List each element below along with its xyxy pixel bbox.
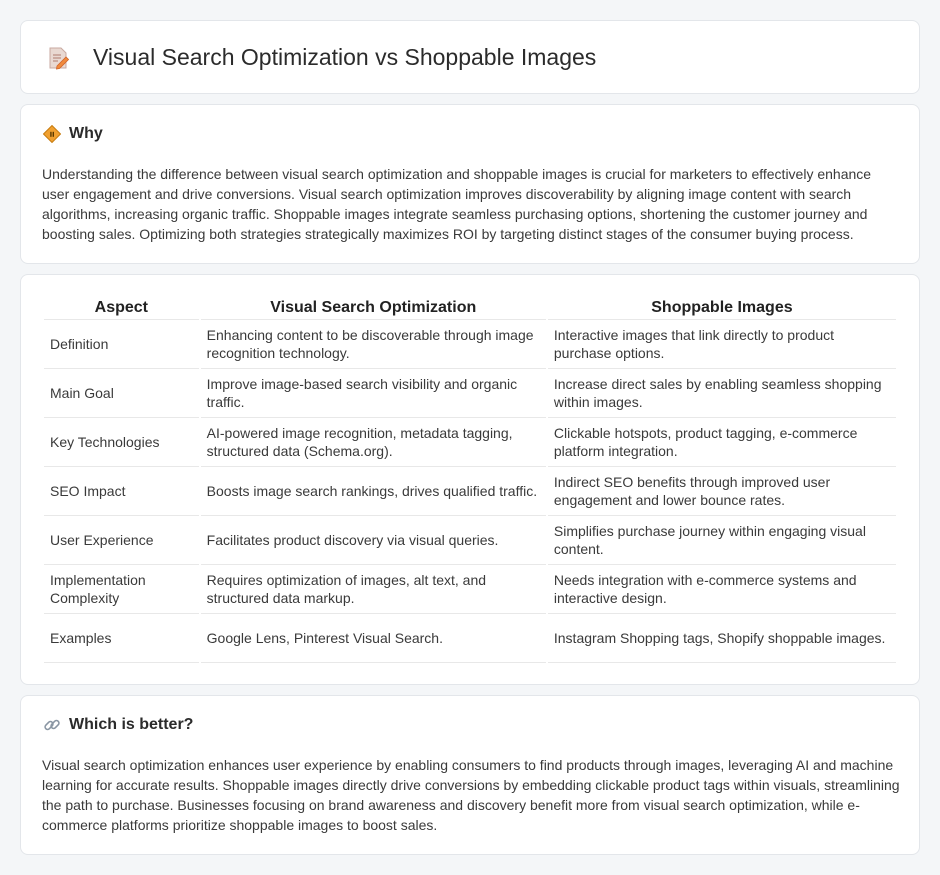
- aspect-cell: Examples: [44, 614, 199, 663]
- shoppable-images-cell: Needs integration with e-commerce system…: [547, 565, 896, 614]
- shoppable-images-cell: Increase direct sales by enabling seamle…: [547, 369, 896, 418]
- which-is-better-section: Which is better? Visual search optimizat…: [20, 695, 920, 855]
- table-row: User Experience Facilitates product disc…: [44, 516, 896, 565]
- visual-search-cell: Enhancing content to be discoverable thr…: [200, 320, 546, 369]
- aspect-cell: Key Technologies: [44, 418, 199, 467]
- visual-search-cell: Google Lens, Pinterest Visual Search.: [200, 614, 546, 663]
- better-body: Visual search optimization enhances user…: [42, 757, 900, 833]
- page-title: Visual Search Optimization vs Shoppable …: [93, 44, 597, 70]
- why-title: Why: [69, 125, 103, 142]
- visual-search-cell: Boosts image search rankings, drives qua…: [200, 467, 546, 516]
- comparison-table: Aspect Visual Search Optimization Shoppa…: [42, 296, 898, 663]
- table-row: Main Goal Improve image-based search vis…: [44, 369, 896, 418]
- comparison-card: Aspect Visual Search Optimization Shoppa…: [20, 274, 920, 685]
- aspect-cell: User Experience: [44, 516, 199, 565]
- column-header-aspect: Aspect: [44, 296, 199, 320]
- table-row: Implementation Complexity Requires optim…: [44, 565, 896, 614]
- column-header-shoppable-images: Shoppable Images: [547, 296, 896, 320]
- visual-search-cell: Facilitates product discovery via visual…: [200, 516, 546, 565]
- better-title: Which is better?: [69, 716, 194, 733]
- shoppable-images-cell: Indirect SEO benefits through improved u…: [547, 467, 896, 516]
- shoppable-images-cell: Simplifies purchase journey within engag…: [547, 516, 896, 565]
- header-card: Visual Search Optimization vs Shoppable …: [20, 20, 920, 94]
- why-body: Understanding the difference between vis…: [42, 166, 872, 242]
- aspect-cell: Definition: [44, 320, 199, 369]
- shoppable-images-cell: Instagram Shopping tags, Shopify shoppab…: [547, 614, 896, 663]
- aspect-cell: SEO Impact: [44, 467, 199, 516]
- diamond-sign-icon: [43, 125, 61, 143]
- table-row: SEO Impact Boosts image search rankings,…: [44, 467, 896, 516]
- aspect-cell: Main Goal: [44, 369, 199, 418]
- visual-search-cell: AI-powered image recognition, metadata t…: [200, 418, 546, 467]
- document-pencil-icon: [49, 47, 69, 70]
- aspect-cell: Implementation Complexity: [44, 565, 199, 614]
- visual-search-cell: Requires optimization of images, alt tex…: [200, 565, 546, 614]
- table-header-row: Aspect Visual Search Optimization Shoppa…: [44, 296, 896, 320]
- table-row: Examples Google Lens, Pinterest Visual S…: [44, 614, 896, 663]
- visual-search-cell: Improve image-based search visibility an…: [200, 369, 546, 418]
- link-icon: [44, 719, 60, 731]
- why-heading: Why: [43, 125, 103, 143]
- better-heading: Which is better?: [43, 716, 193, 734]
- table-row: Definition Enhancing content to be disco…: [44, 320, 896, 369]
- why-section: Why Understanding the difference between…: [20, 104, 920, 264]
- column-header-visual-search: Visual Search Optimization: [200, 296, 546, 320]
- shoppable-images-cell: Interactive images that link directly to…: [547, 320, 896, 369]
- table-row: Key Technologies AI-powered image recogn…: [44, 418, 896, 467]
- shoppable-images-cell: Clickable hotspots, product tagging, e-c…: [547, 418, 896, 467]
